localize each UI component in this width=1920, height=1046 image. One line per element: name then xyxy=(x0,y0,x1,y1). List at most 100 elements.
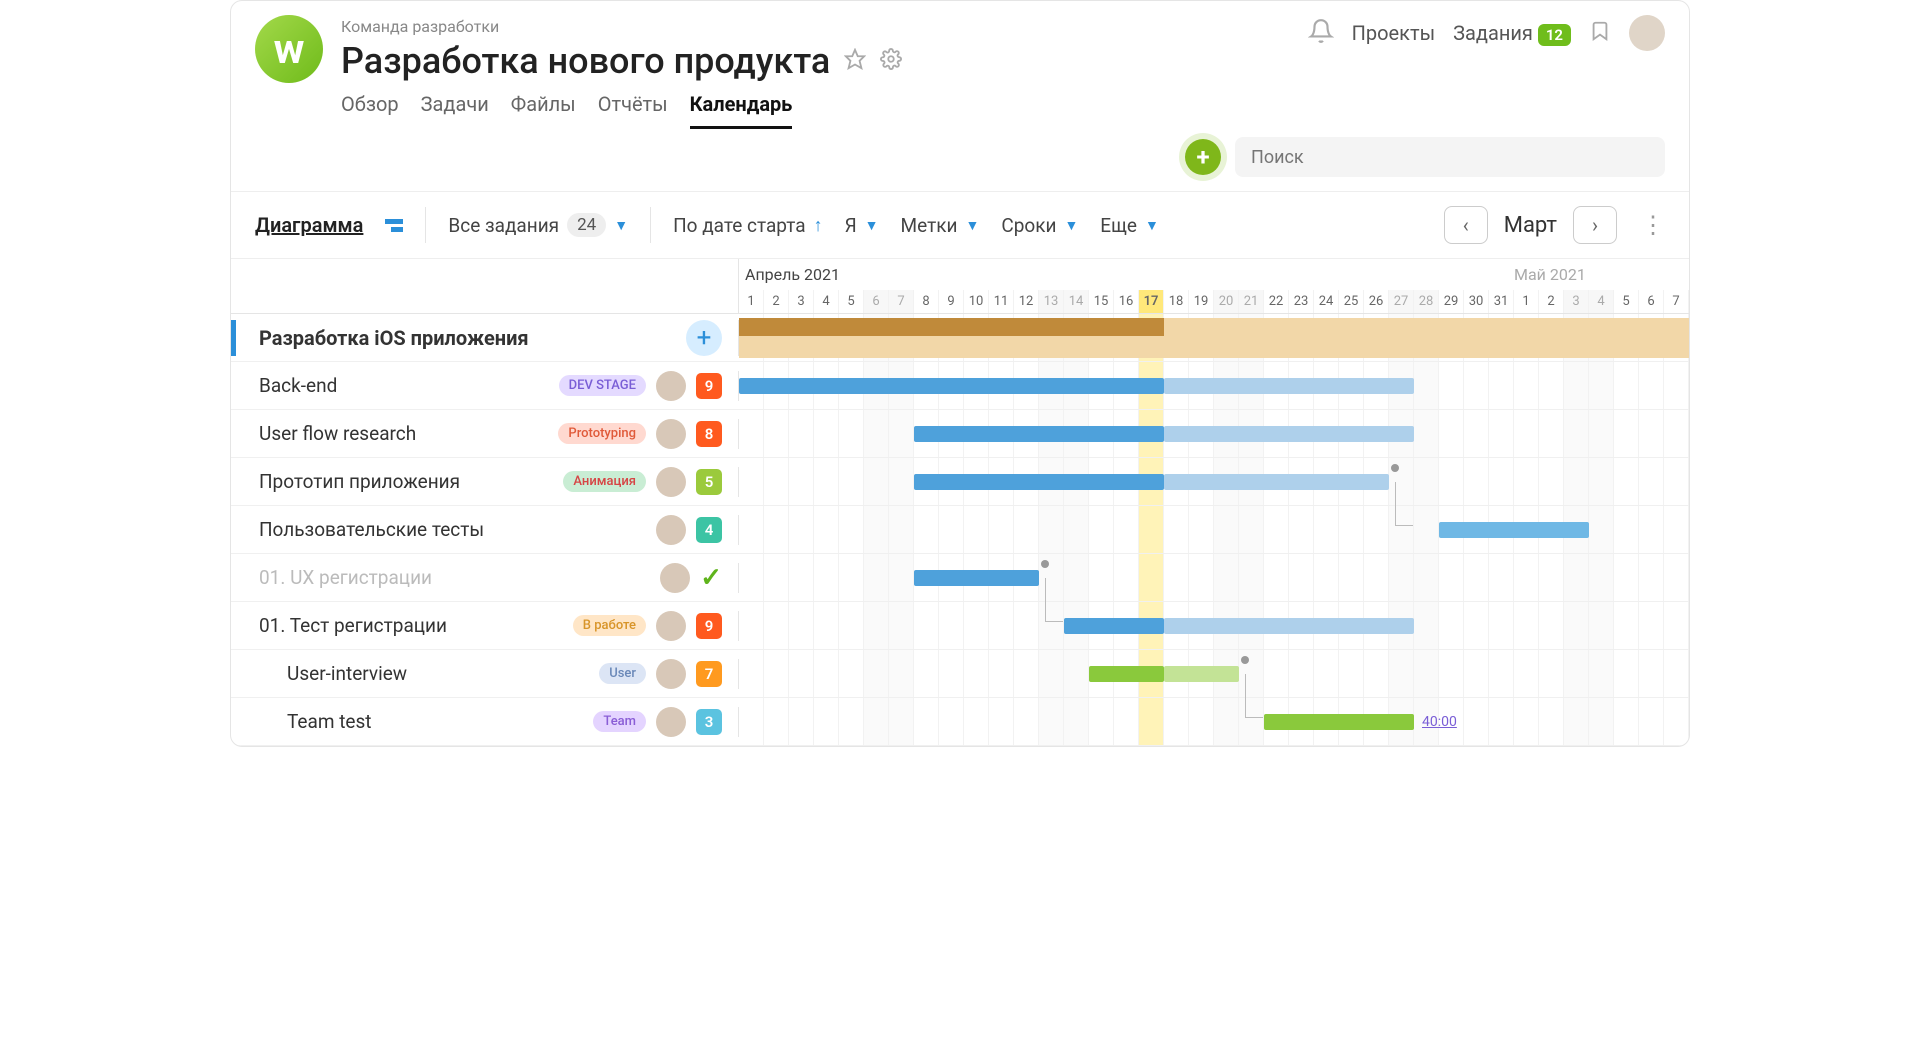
view-diagram[interactable]: Диаграмма xyxy=(255,213,363,237)
filter-more[interactable]: Еще ▼ xyxy=(1100,214,1159,237)
task-row[interactable]: Back-end DEV STAGE 9 xyxy=(231,362,1689,410)
bell-icon[interactable] xyxy=(1308,18,1334,48)
task-bar-progress[interactable] xyxy=(914,426,1164,442)
task-bar-remaining[interactable] xyxy=(1164,474,1389,490)
tab-отчёты[interactable]: Отчёты xyxy=(598,92,668,129)
filter-labels[interactable]: Метки ▼ xyxy=(901,214,980,237)
task-name: User flow research xyxy=(259,422,548,445)
day-cell: 1 xyxy=(739,290,764,313)
day-cell: 27 xyxy=(1389,290,1414,313)
more-options-icon[interactable]: ⋮ xyxy=(1641,211,1665,239)
task-bar-remaining[interactable] xyxy=(1164,426,1414,442)
next-month-button[interactable]: › xyxy=(1573,206,1617,244)
project-logo[interactable]: w xyxy=(255,15,323,83)
filter-all-tasks[interactable]: Все задания 24 ▼ xyxy=(448,213,628,237)
task-row[interactable]: Team testTeam340:00 xyxy=(231,698,1689,746)
task-count-badge[interactable]: 9 xyxy=(696,613,722,639)
assignee-avatar[interactable] xyxy=(660,563,690,593)
task-tag[interactable]: Team xyxy=(593,711,646,732)
star-icon[interactable] xyxy=(844,48,866,74)
bookmark-icon[interactable] xyxy=(1589,18,1611,48)
chevron-down-icon: ▼ xyxy=(865,217,879,234)
task-tag[interactable]: Анимация xyxy=(563,471,646,492)
chevron-down-icon: ▼ xyxy=(1145,217,1159,234)
sort-by-start[interactable]: По дате старта ↑ xyxy=(673,214,822,237)
day-cell: 3 xyxy=(789,290,814,313)
task-group-row[interactable]: Разработка iOS приложения + xyxy=(231,314,1689,362)
task-count-badge[interactable]: 5 xyxy=(696,469,722,495)
assignee-avatar[interactable] xyxy=(656,419,686,449)
group-bar-area xyxy=(739,314,1689,361)
task-tag[interactable]: Prototyping xyxy=(558,423,646,444)
day-cell: 13 xyxy=(1039,290,1064,313)
assignee-avatar[interactable] xyxy=(656,707,686,737)
tab-файлы[interactable]: Файлы xyxy=(511,92,576,129)
task-bar-progress[interactable] xyxy=(1064,618,1164,634)
gear-icon[interactable] xyxy=(880,48,902,74)
task-row[interactable]: Прототип приложенияАнимация5 xyxy=(231,458,1689,506)
task-count-badge[interactable]: 9 xyxy=(696,373,722,399)
nav-tasks[interactable]: Задания 12 xyxy=(1453,21,1571,45)
task-tag[interactable]: В работе xyxy=(573,615,646,636)
day-cell: 24 xyxy=(1314,290,1339,313)
task-count-badge[interactable]: 4 xyxy=(696,517,722,543)
task-tag[interactable]: User xyxy=(599,663,646,684)
chevron-down-icon: ▼ xyxy=(1064,217,1078,234)
assignee-avatar[interactable] xyxy=(656,611,686,641)
user-avatar[interactable] xyxy=(1629,15,1665,51)
tab-задачи[interactable]: Задачи xyxy=(421,92,489,129)
task-count-badge[interactable]: 3 xyxy=(696,709,722,735)
task-tag[interactable]: DEV STAGE xyxy=(559,375,646,396)
add-task-button[interactable]: + xyxy=(686,320,722,356)
arrow-up-icon: ↑ xyxy=(814,215,823,236)
month-nav: ‹ Март › ⋮ xyxy=(1444,206,1665,244)
task-count-badge[interactable]: 8 xyxy=(696,421,722,447)
task-bar[interactable] xyxy=(914,570,1039,586)
task-bar-remaining[interactable] xyxy=(1164,666,1239,682)
page-title: Разработка нового продукта xyxy=(341,40,830,82)
day-cell: 6 xyxy=(1639,290,1664,313)
dependency-dot xyxy=(1241,656,1249,664)
task-bar[interactable] xyxy=(1439,522,1589,538)
task-name: Back-end xyxy=(259,374,549,397)
task-row[interactable]: 01. UX регистрации✓ xyxy=(231,554,1689,602)
assignee-avatar[interactable] xyxy=(656,467,686,497)
task-bar[interactable] xyxy=(1264,714,1414,730)
task-bar-remaining[interactable] xyxy=(1164,378,1414,394)
task-bar-progress[interactable] xyxy=(914,474,1164,490)
gantt-view-icon[interactable] xyxy=(385,219,403,232)
task-count-badge[interactable]: 7 xyxy=(696,661,722,687)
task-row[interactable]: 01. Тест регистрацииВ работе9 xyxy=(231,602,1689,650)
tab-календарь[interactable]: Календарь xyxy=(690,92,793,129)
task-bar-remaining[interactable] xyxy=(1164,618,1414,634)
time-label[interactable]: 40:00 xyxy=(1422,714,1457,730)
filter-dates[interactable]: Сроки ▼ xyxy=(1001,214,1078,237)
day-cell: 7 xyxy=(889,290,914,313)
assignee-avatar[interactable] xyxy=(656,515,686,545)
search-input[interactable] xyxy=(1251,147,1649,168)
prev-month-button[interactable]: ‹ xyxy=(1444,206,1488,244)
day-cell: 29 xyxy=(1439,290,1464,313)
assignee-avatar[interactable] xyxy=(656,659,686,689)
labels-label: Метки xyxy=(901,214,958,237)
task-row[interactable]: User flow research Prototyping 8 xyxy=(231,410,1689,458)
day-cell: 9 xyxy=(939,290,964,313)
group-bar-progress[interactable] xyxy=(739,318,1164,336)
assignee-avatar[interactable] xyxy=(656,371,686,401)
bar-area xyxy=(739,458,1689,505)
day-cell: 22 xyxy=(1264,290,1289,313)
search-box[interactable] xyxy=(1235,137,1665,177)
day-cell: 2 xyxy=(764,290,789,313)
add-button[interactable]: + xyxy=(1185,139,1221,175)
tab-обзор[interactable]: Обзор xyxy=(341,92,399,129)
task-bar-progress[interactable] xyxy=(1089,666,1164,682)
side-header xyxy=(231,259,739,313)
nav-projects[interactable]: Проекты xyxy=(1352,21,1435,45)
dates-label: Сроки xyxy=(1001,214,1056,237)
filter-me[interactable]: Я ▼ xyxy=(845,214,879,237)
app-window: w Команда разработки Разработка нового п… xyxy=(230,0,1690,747)
task-bar-progress[interactable] xyxy=(739,378,1164,394)
task-row[interactable]: User-interviewUser7 xyxy=(231,650,1689,698)
day-cell: 30 xyxy=(1464,290,1489,313)
task-row[interactable]: Пользовательские тесты4 xyxy=(231,506,1689,554)
